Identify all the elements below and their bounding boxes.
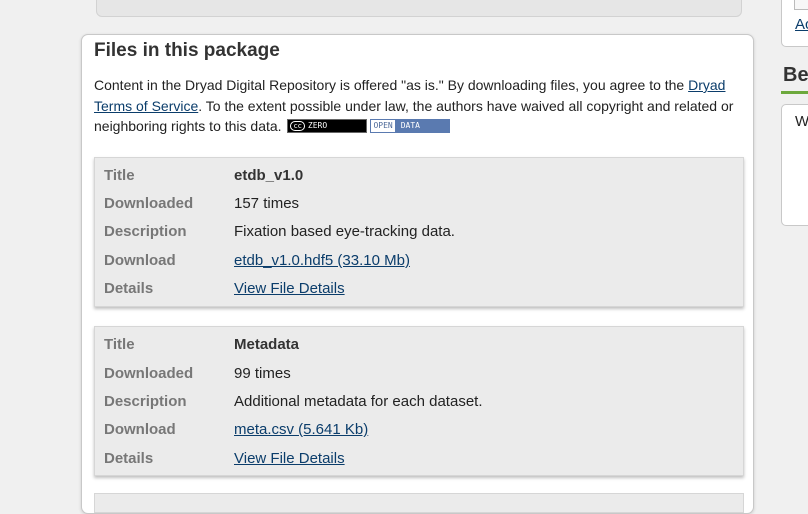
- file-card: Title Metadata Downloaded 99 times Descr…: [94, 326, 744, 476]
- file-title: Metadata: [234, 336, 300, 353]
- download-label: Download: [104, 252, 176, 269]
- download-label: Download: [104, 421, 176, 438]
- open-data-badge[interactable]: OPEN DATA: [370, 119, 451, 134]
- downloaded-label: Downloaded: [104, 365, 194, 382]
- file-card: Title etdb_v1.0 Downloaded 157 times Des…: [94, 157, 744, 307]
- file-description: Additional metadata for each dataset.: [234, 393, 483, 410]
- file-download-link[interactable]: etdb_v1.0.hdf5 (33.10 Mb): [234, 252, 410, 269]
- file-card-partial: [94, 493, 744, 513]
- download-link-wrap: meta.csv (5.641 Kb): [234, 416, 368, 444]
- details-label: Details: [104, 280, 154, 297]
- view-file-details-link[interactable]: View File Details: [234, 280, 345, 297]
- sidebar-link[interactable]: Ac: [795, 16, 808, 33]
- notice-text-1: Content in the Dryad Digital Repository …: [94, 77, 689, 93]
- title-label: Title: [104, 167, 135, 184]
- title-label: Title: [104, 336, 135, 353]
- top-content-box: [96, 0, 742, 17]
- download-count: 157 times: [234, 195, 300, 212]
- open-data-label-b: DATA: [394, 120, 450, 133]
- description-label: Description: [104, 223, 187, 240]
- license-notice: Content in the Dryad Digital Repository …: [94, 75, 746, 137]
- downloaded-label: Downloaded: [104, 195, 194, 212]
- file-title: etdb_v1.0: [234, 167, 304, 184]
- file-download-link[interactable]: meta.csv (5.641 Kb): [234, 421, 368, 438]
- panel-title: Files in this package: [94, 40, 280, 61]
- files-panel: Files in this package Content in the Dry…: [81, 34, 754, 514]
- sidebar-top-box: Ac: [781, 0, 808, 47]
- download-count: 99 times: [234, 365, 291, 382]
- sidebar-box-text: W: [795, 113, 808, 130]
- cc-icon: cc: [290, 121, 305, 132]
- sidebar-box: W: [781, 104, 808, 226]
- file-description: Fixation based eye-tracking data.: [234, 223, 455, 240]
- details-link-wrap: View File Details: [234, 445, 345, 473]
- view-file-details-link[interactable]: View File Details: [234, 450, 345, 467]
- sidebar-small-input[interactable]: [794, 0, 808, 10]
- cc-zero-badge[interactable]: cc ZERO: [287, 119, 368, 134]
- cc-zero-label: ZERO: [307, 121, 328, 131]
- download-link-wrap: etdb_v1.0.hdf5 (33.10 Mb): [234, 247, 410, 275]
- details-link-wrap: View File Details: [234, 275, 345, 303]
- open-data-label-a: OPEN: [373, 121, 393, 131]
- description-label: Description: [104, 393, 187, 410]
- sidebar-heading: Be: [781, 64, 808, 94]
- details-label: Details: [104, 450, 154, 467]
